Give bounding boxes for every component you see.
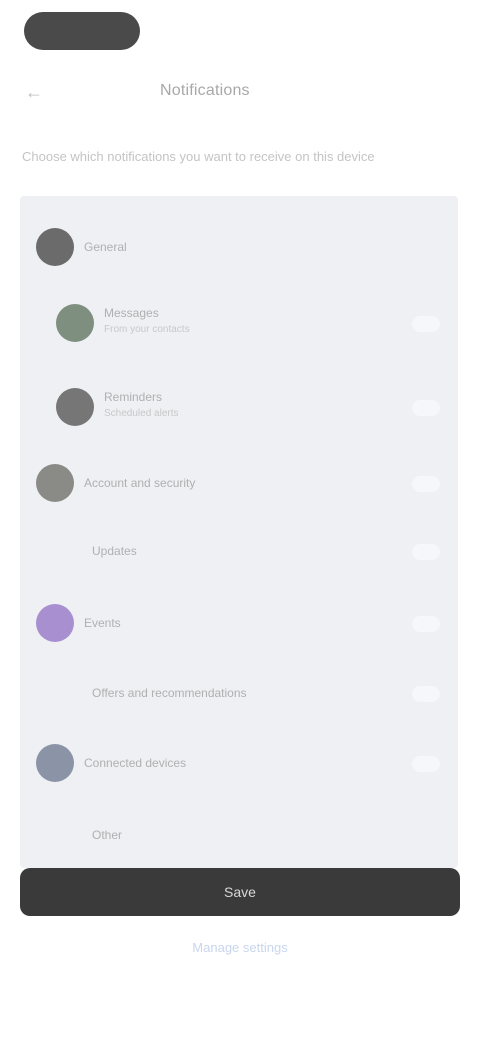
list-item-sublabel: From your contacts [104, 324, 190, 335]
page-title: Notifications [160, 82, 250, 99]
page-description: Choose which notifications you want to r… [22, 149, 375, 164]
list-item-sublabel: Scheduled alerts [104, 408, 179, 419]
category-avatar-icon [56, 388, 94, 426]
list-item[interactable]: Other [20, 806, 458, 866]
notification-toggle[interactable] [412, 544, 440, 560]
category-avatar-icon [36, 604, 74, 642]
top-app-bar: ← Notifications [0, 70, 480, 114]
back-button[interactable]: ← [22, 80, 46, 104]
list-item-label: Messages [104, 306, 159, 320]
notification-toggle[interactable] [412, 400, 440, 416]
notification-toggle[interactable] [412, 616, 440, 632]
list-item[interactable]: Messages From your contacts [20, 292, 458, 352]
notification-toggle[interactable] [412, 476, 440, 492]
save-button[interactable]: Save [20, 868, 460, 916]
list-item-label: Account and security [84, 476, 196, 490]
notification-toggle[interactable] [412, 686, 440, 702]
list-item[interactable]: Connected devices [20, 734, 458, 794]
category-avatar-icon [56, 304, 94, 342]
category-avatar-icon [36, 464, 74, 502]
list-item[interactable]: Account and security [20, 452, 458, 512]
notification-toggle[interactable] [412, 756, 440, 772]
category-avatar-icon [36, 228, 74, 266]
arrow-left-icon: ← [25, 81, 43, 102]
list-item[interactable]: Updates [20, 522, 458, 582]
list-item-label: Reminders [104, 390, 163, 404]
list-item-label: Connected devices [84, 756, 187, 770]
list-item[interactable]: Reminders Scheduled alerts [20, 376, 458, 436]
manage-settings-link[interactable]: Manage settings [170, 940, 310, 955]
list-item[interactable]: Events [20, 594, 458, 654]
status-bar-pill [24, 12, 140, 50]
notification-list: General Messages From your contacts Remi… [20, 196, 458, 868]
list-item-label: General [84, 240, 127, 254]
list-item-label: Events [84, 616, 121, 630]
category-avatar-icon [36, 744, 74, 782]
list-item-label: Updates [92, 544, 137, 558]
list-item[interactable]: Offers and recommendations [20, 664, 458, 724]
list-item-label: Other [92, 828, 123, 842]
list-item-label: Offers and recommendations [92, 686, 247, 700]
list-item[interactable]: General [20, 218, 458, 278]
notification-toggle[interactable] [412, 316, 440, 332]
